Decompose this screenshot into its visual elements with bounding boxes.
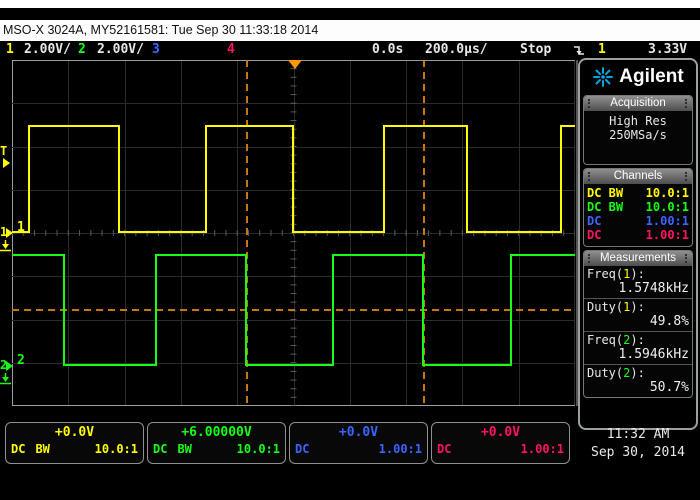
- ch1-offset: +0.0V: [11, 425, 138, 441]
- ch3-offset: +0.0V: [295, 425, 422, 441]
- ch1-probe-ratio: 10.0:1: [646, 186, 689, 200]
- left-marker-gutter: T 1 2: [0, 60, 12, 406]
- meas-label-end: ):: [630, 300, 644, 314]
- ch3-status-box: +0.0V DC 1.00:1: [289, 422, 428, 464]
- channel-row-4: DC 1.00:1: [584, 228, 692, 242]
- acquisition-header: Acquisition: [584, 96, 692, 111]
- ch3-coupling: DC: [587, 214, 601, 228]
- channel-row-3: DC 1.00:1: [584, 214, 692, 228]
- grip-icon: [588, 99, 591, 108]
- delay-readout: 0.0s: [372, 42, 403, 57]
- ch1-coupling: DC BW: [587, 186, 623, 200]
- ch2-trace-label: 2: [17, 353, 25, 368]
- measurements-section: Measurements Freq(1): 1.5748kHz Duty(1):…: [583, 250, 693, 398]
- measurement-freq2: Freq(2): 1.5946kHz: [584, 332, 692, 365]
- title-bar: MSO-X 3024A, MY52161581: Tue Sep 30 11:3…: [0, 20, 700, 41]
- trigger-edge-icon: [572, 44, 585, 58]
- ch1-coupling-label: DC: [11, 441, 25, 457]
- trigger-position-marker-icon: [288, 60, 302, 69]
- grip-icon: [685, 99, 688, 108]
- measurements-header: Measurements: [584, 251, 692, 266]
- channel-row-2: DC BW 10.0:1: [584, 200, 692, 214]
- grip-icon: [685, 254, 688, 263]
- channels-header: Channels: [584, 169, 692, 184]
- ch3-number: 3: [152, 42, 160, 57]
- brand-row: Agilent: [583, 62, 693, 92]
- meas-value: 49.8%: [587, 314, 689, 329]
- ch1-bw-label: BW: [35, 441, 49, 457]
- ch3-coupling-label: DC: [295, 441, 309, 457]
- meas-label: Duty(: [587, 366, 623, 380]
- run-state: Stop: [520, 42, 551, 57]
- ch4-probe-ratio: 1.00:1: [646, 228, 689, 242]
- meas-label-end: ):: [630, 267, 644, 281]
- ch4-offset: +0.0V: [437, 425, 564, 441]
- ch3-ratio-label: 1.00:1: [379, 441, 422, 457]
- ch2-coupling-label: DC: [153, 441, 167, 457]
- meas-label-end: ):: [630, 366, 644, 380]
- ch2-coupling: DC BW: [587, 200, 623, 214]
- ch2-probe-ratio: 10.0:1: [646, 200, 689, 214]
- clock-date: Sep 30, 2014: [578, 444, 698, 462]
- agilent-starburst-icon: [592, 66, 614, 88]
- ch1-trace-label: 1: [17, 220, 25, 235]
- ch1-status-box: +0.0V DC BW 10.0:1: [5, 422, 144, 464]
- meas-label: Freq(: [587, 333, 623, 347]
- trigger-source: 1: [598, 42, 606, 57]
- measurement-duty2: Duty(2): 50.7%: [584, 365, 692, 397]
- meas-value: 50.7%: [587, 380, 689, 395]
- ch4-ratio-label: 1.00:1: [521, 441, 564, 457]
- ch1-number: 1: [6, 42, 14, 57]
- meas-value: 1.5748kHz: [587, 281, 689, 296]
- acquisition-mode: High Res: [584, 114, 692, 128]
- ch1-ground-symbol-icon: [0, 240, 11, 252]
- meas-value: 1.5946kHz: [587, 347, 689, 362]
- meas-label-end: ):: [630, 333, 644, 347]
- clock: 11:32 AM Sep 30, 2014: [578, 426, 698, 462]
- ch4-number: 4: [227, 42, 235, 57]
- waveform-svg: [12, 60, 575, 406]
- ch4-coupling-label: DC: [437, 441, 451, 457]
- meas-label: Freq(: [587, 267, 623, 281]
- ch2-ground-symbol-icon: [0, 373, 11, 385]
- acquisition-body: High Res 250MSa/s: [584, 111, 692, 164]
- measurement-freq1: Freq(1): 1.5748kHz: [584, 266, 692, 299]
- meas-label: Duty(: [587, 300, 623, 314]
- trigger-level-arrow-icon: [3, 158, 10, 168]
- ch2-bw-label: BW: [177, 441, 191, 457]
- ch1-scale: 2.00V/: [24, 42, 71, 57]
- ch4-status-box: +0.0V DC 1.00:1: [431, 422, 570, 464]
- acquisition-header-label: Acquisition: [610, 97, 666, 109]
- channels-body: DC BW 10.0:1 DC BW 10.0:1 DC 1.00:1 DC 1…: [584, 184, 692, 246]
- ch3-probe-ratio: 1.00:1: [646, 214, 689, 228]
- ch4-coupling: DC: [587, 228, 601, 242]
- ch2-scale: 2.00V/: [97, 42, 144, 57]
- ch2-status-box: +6.00000V DC BW 10.0:1: [147, 422, 286, 464]
- channel-1-trace: [12, 126, 575, 232]
- grip-icon: [588, 254, 591, 263]
- measurements-header-label: Measurements: [600, 252, 676, 264]
- ch2-ratio-label: 10.0:1: [237, 441, 280, 457]
- bottom-channel-bar: +0.0V DC BW 10.0:1 +6.00000V DC BW 10.0:1 +0…: [5, 422, 570, 464]
- channel-row-1: DC BW 10.0:1: [584, 186, 692, 200]
- waveform-graticule: 1 2: [12, 60, 575, 406]
- sample-rate: 250MSa/s: [584, 128, 692, 142]
- ch2-offset: +6.00000V: [153, 425, 280, 441]
- model-serial-datetime: MSO-X 3024A, MY52161581: Tue Sep 30 11:3…: [3, 23, 318, 37]
- clock-time: 11:32 AM: [578, 426, 698, 444]
- ch2-number: 2: [78, 42, 86, 57]
- ch1-ratio-label: 10.0:1: [95, 441, 138, 457]
- grip-icon: [685, 172, 688, 181]
- sidebar-panel: Agilent Acquisition High Res 250MSa/s Ch…: [578, 58, 698, 430]
- oscilloscope-screenshot: MSO-X 3024A, MY52161581: Tue Sep 30 11:3…: [0, 0, 700, 500]
- channels-section: Channels DC BW 10.0:1 DC BW 10.0:1 DC 1.…: [583, 168, 693, 247]
- acquisition-section: Acquisition High Res 250MSa/s: [583, 95, 693, 165]
- grip-icon: [588, 172, 591, 181]
- trigger-level: 3.33V: [648, 42, 687, 57]
- channels-header-label: Channels: [614, 170, 663, 182]
- trigger-level-label: T: [0, 144, 7, 158]
- measurement-duty1: Duty(1): 49.8%: [584, 299, 692, 332]
- brand-name: Agilent: [619, 66, 683, 88]
- timebase-readout: 200.0µs/: [425, 42, 488, 57]
